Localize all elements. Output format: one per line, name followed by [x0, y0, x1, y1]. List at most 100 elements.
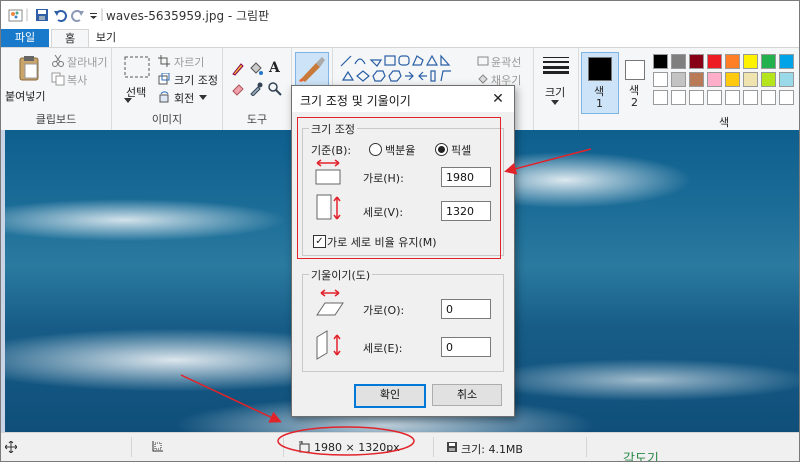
- crop-button[interactable]: 자르기: [174, 54, 204, 70]
- copy-button[interactable]: 복사: [67, 72, 87, 88]
- vertical-skew-label: 세로(E):: [363, 342, 403, 355]
- palette-color-swatch[interactable]: [707, 54, 722, 69]
- palette-empty-slot[interactable]: [707, 90, 722, 105]
- selection-size-icon: [152, 441, 163, 452]
- palette-color-swatch[interactable]: [743, 72, 758, 87]
- clipboard-group-label: 클립보드: [35, 113, 77, 126]
- cut-icon[interactable]: [51, 54, 65, 68]
- separator: |: [25, 7, 30, 21]
- cursor-position-icon: [5, 441, 17, 453]
- palette-color-swatch[interactable]: [689, 54, 704, 69]
- palette-color-swatch[interactable]: [779, 54, 794, 69]
- palette-empty-slot[interactable]: [743, 90, 758, 105]
- save-icon[interactable]: [35, 7, 49, 23]
- paste-button[interactable]: 붙여넣기: [5, 88, 45, 104]
- color1-button[interactable]: 색 1: [581, 52, 619, 114]
- palette-empty-slot[interactable]: [761, 90, 776, 105]
- clipboard-group: 붙여넣기 잘라내기 복사 클립보드: [1, 48, 112, 130]
- select-icon[interactable]: [124, 56, 150, 80]
- palette-empty-slot[interactable]: [779, 90, 794, 105]
- copy-icon[interactable]: [51, 72, 65, 86]
- rotate-button[interactable]: 회전: [174, 90, 194, 106]
- palette-empty-slot[interactable]: [653, 90, 668, 105]
- customize-quick-access-icon[interactable]: [89, 7, 99, 23]
- image-group-label: 이미지: [151, 113, 183, 126]
- fill-bucket-icon[interactable]: [249, 62, 263, 76]
- skew-section: 기울이기(도) 가로(O): 0 세로(E): 0: [302, 267, 504, 372]
- title-bar: | | waves-5635959.jpg - 그림판: [1, 1, 799, 29]
- tab-view[interactable]: 보기: [89, 29, 123, 47]
- disk-icon: [447, 442, 457, 452]
- cancel-button[interactable]: 취소: [432, 384, 502, 406]
- outline-button[interactable]: 윤곽선: [491, 54, 521, 70]
- palette-color-swatch[interactable]: [689, 72, 704, 87]
- undo-icon[interactable]: [53, 7, 67, 23]
- palette-color-swatch[interactable]: [779, 72, 794, 87]
- pencil-icon[interactable]: [231, 62, 245, 76]
- color2-button[interactable]: 색 2: [621, 52, 651, 112]
- tab-file[interactable]: 파일: [1, 29, 49, 47]
- palette-color-swatch[interactable]: [653, 54, 668, 69]
- rotate-icon[interactable]: [158, 91, 170, 103]
- vertical-skew-input[interactable]: 0: [441, 337, 491, 357]
- palette-color-swatch[interactable]: [743, 54, 758, 69]
- fill-icon[interactable]: [477, 74, 489, 84]
- line-size-icon[interactable]: [543, 56, 569, 74]
- window-title: waves-5635959.jpg - 그림판: [106, 9, 270, 23]
- resize-button[interactable]: 크기 조정: [174, 72, 218, 88]
- color-palette: [653, 54, 799, 114]
- background-text-1: 각도기: [623, 452, 659, 462]
- size-group: 크기: [534, 48, 579, 130]
- chevron-down-icon[interactable]: [124, 98, 132, 104]
- palette-color-swatch[interactable]: [671, 54, 686, 69]
- palette-empty-slot[interactable]: [671, 90, 686, 105]
- paint-app-icon: [8, 9, 23, 22]
- resize-icon[interactable]: [158, 73, 170, 85]
- image-group: 선택 자르기 크기 조정 회전 이미지: [112, 48, 223, 130]
- color1-swatch: [588, 57, 612, 81]
- chevron-down-icon[interactable]: [199, 95, 207, 101]
- tools-group-label: 도구: [246, 113, 268, 126]
- ok-button[interactable]: 확인: [354, 384, 426, 408]
- paste-icon[interactable]: [17, 54, 41, 82]
- magnifier-icon[interactable]: [268, 82, 282, 96]
- dialog-title-bar: 크기 조정 및 기울이기 ✕: [292, 86, 514, 112]
- palette-color-swatch[interactable]: [725, 72, 740, 87]
- status-separator: [433, 437, 434, 457]
- paint-window: | | waves-5635959.jpg - 그림판 파일 홈 보기 붙여넣기: [0, 0, 800, 462]
- tools-group: A 도구: [223, 48, 292, 130]
- close-icon[interactable]: ✕: [488, 89, 508, 109]
- color-picker-icon[interactable]: [249, 82, 263, 96]
- size-button[interactable]: 크기: [545, 84, 565, 100]
- crop-icon[interactable]: [158, 55, 170, 67]
- status-separator: [131, 437, 132, 457]
- brush-icon: [299, 57, 325, 82]
- palette-empty-slot[interactable]: [725, 90, 740, 105]
- tab-home[interactable]: 홈: [51, 29, 89, 48]
- cut-button[interactable]: 잘라내기: [67, 54, 107, 70]
- vertical-skew-icon: [316, 330, 341, 360]
- status-separator: [586, 437, 587, 457]
- horizontal-skew-icon: [316, 289, 344, 316]
- palette-color-swatch[interactable]: [671, 72, 686, 87]
- color1-number: 1: [596, 97, 603, 110]
- skew-legend: 기울이기(도): [309, 267, 373, 283]
- colors-group-label: 색: [719, 116, 730, 129]
- horizontal-skew-input[interactable]: 0: [441, 299, 491, 319]
- outline-icon[interactable]: [477, 56, 489, 66]
- palette-color-swatch[interactable]: [761, 54, 776, 69]
- ribbon-tabs: 파일 홈 보기: [1, 29, 799, 48]
- palette-color-swatch[interactable]: [761, 72, 776, 87]
- separator: |: [100, 7, 105, 21]
- status-separator: [283, 437, 284, 457]
- eraser-icon[interactable]: [231, 82, 245, 96]
- palette-empty-slot[interactable]: [689, 90, 704, 105]
- palette-color-swatch[interactable]: [707, 72, 722, 87]
- chevron-down-icon[interactable]: [551, 100, 559, 106]
- redo-icon[interactable]: [71, 7, 85, 23]
- brushes-button[interactable]: [295, 52, 329, 86]
- palette-color-swatch[interactable]: [725, 54, 740, 69]
- palette-color-swatch[interactable]: [653, 72, 668, 87]
- text-tool-icon[interactable]: A: [269, 60, 280, 76]
- image-dimensions: 1980 × 1320px: [314, 441, 400, 454]
